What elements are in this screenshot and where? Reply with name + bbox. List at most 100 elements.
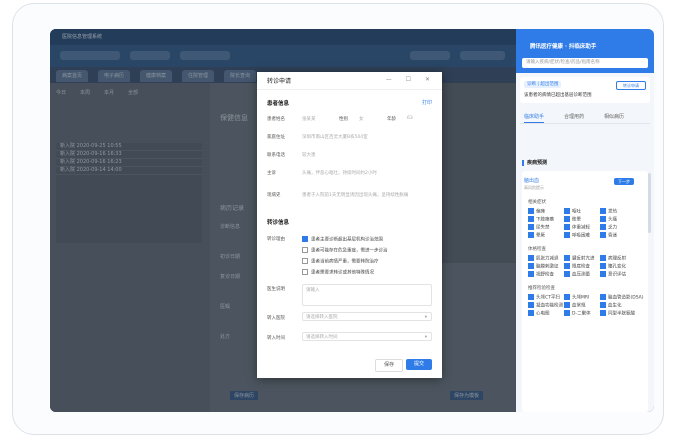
finding-chip[interactable]: 心电图 [528, 310, 550, 317]
finding-chip[interactable]: 瞳孔变化 [600, 263, 626, 270]
finding-chip[interactable]: 眼底检查 [564, 263, 590, 270]
finding-chip[interactable]: 偏瘫 [528, 208, 545, 215]
finding-chip[interactable]: 血压测量 [564, 271, 590, 278]
transfer-time-select[interactable]: 请选择转入时间 ▾ [302, 332, 432, 341]
print-link[interactable]: 打印 [422, 99, 432, 106]
reason-checkbox[interactable]: 患者可能存在危急重症，需进一步诊治 [302, 247, 388, 254]
checkbox-checked-icon [528, 271, 534, 277]
finding-chip[interactable]: 头颅MRI [564, 294, 589, 301]
scrollbar[interactable] [648, 173, 651, 233]
finding-chip[interactable]: 血常规 [564, 302, 586, 309]
checkbox-checked-icon [600, 255, 606, 261]
checkbox-checked-icon [528, 310, 534, 316]
chevron-down-icon: ▾ [424, 315, 427, 320]
finding-chip[interactable]: 视野检查 [528, 271, 554, 278]
finding-chip[interactable]: 尿失禁 [528, 224, 550, 231]
checkbox-checked-icon [600, 302, 606, 308]
finding-chip[interactable]: 眩晕 [564, 216, 581, 223]
panel-header: 腾讯医疗健康 · 抖临床助手 请输入疾病/症状/检查/药品/指南名称 [516, 29, 654, 73]
checkbox-checked-icon [600, 232, 606, 238]
referral-shortcut-button[interactable]: 转诊申请 [616, 81, 646, 90]
finding-chip[interactable]: 肌张力减退 [528, 255, 559, 262]
checkbox-checked-icon [528, 232, 534, 238]
finding-chip[interactable]: 脑膜刺激征 [528, 263, 559, 270]
tab-clinical-assistant[interactable]: 临床助手 [524, 113, 545, 123]
device-screen: 医院信息管理系统 病案首页 电子病历 健康档案 住院管理 院长查询 今日 本周 … [50, 29, 654, 412]
reason-checkbox[interactable]: 患者需要求转诊或其他特殊情况 [302, 269, 374, 276]
finding-chip[interactable]: D-二聚体 [564, 310, 591, 317]
checkbox-checked-icon [528, 208, 534, 214]
finding-chip[interactable]: 腱反射亢进 [564, 255, 595, 262]
finding-chip[interactable]: 意识评估 [600, 271, 626, 278]
predicted-disease[interactable]: 脑出血 [524, 177, 539, 184]
tab-rational-drug[interactable]: 合理用药 [564, 113, 584, 120]
clinical-assistant-panel: 腾讯医疗健康 · 抖临床助手 请输入疾病/症状/检查/药品/指南名称 诊断 | … [516, 29, 654, 412]
finding-group-label: 体格检查 [528, 247, 546, 252]
referral-dialog: 转诊申请 — ☐ ✕ 患者信息 打印 患者姓名 张某某 性别 女 年龄 63 家… [257, 72, 442, 378]
reason-checkbox[interactable]: 患者主要诊断超出基层机构诊治范围 [302, 236, 383, 243]
checkbox-checked-icon [564, 208, 570, 214]
checkbox-checked-icon [528, 216, 534, 222]
finding-chip[interactable]: 头颅CT平扫 [528, 294, 560, 301]
age-value: 63 [407, 116, 413, 121]
finding-chip[interactable]: 凝血功能检测 [528, 302, 563, 309]
history-value: 患者于入院前1天无明显诱因出现头痛，呈持续性胀痛 [302, 193, 409, 198]
checkbox-checked-icon [528, 255, 534, 261]
patient-section-title: 患者信息 [267, 101, 290, 107]
checkbox-checked-icon [564, 271, 570, 277]
gender-value: 女 [359, 117, 364, 122]
knowledge-search-input[interactable]: 请输入疾病/症状/检查/药品/指南名称 [522, 58, 648, 68]
finding-chip[interactable]: 昏迷 [600, 232, 617, 239]
checkbox-checked-icon [528, 302, 534, 308]
finding-chip[interactable]: 同型半胱氨酸 [600, 310, 635, 317]
risk-hint: 高风险提示 [524, 185, 544, 190]
finding-chip[interactable]: 血生化 [600, 302, 622, 309]
finding-chip[interactable]: 呼吸困难 [564, 232, 590, 239]
checkbox-icon [302, 258, 308, 264]
checkbox-icon [302, 247, 308, 253]
checkbox-checked-icon [528, 263, 534, 269]
reason-label: 转诊理由 [267, 237, 285, 242]
window-controls[interactable]: — ☐ ✕ [386, 76, 436, 83]
tab-similar-cases[interactable]: 相似病历 [604, 113, 624, 120]
contact-value: 较大患 [302, 153, 316, 158]
checkbox-checked-icon [564, 302, 570, 308]
age-label: 年龄 [387, 117, 396, 122]
checkbox-checked-icon [564, 224, 570, 230]
panel-tabs: 临床助手 合理用药 相似病历 [520, 111, 650, 124]
complaint-value: 头痛，伴恶心呕吐，持续时间约2小时 [302, 171, 377, 176]
time-label: 转入时间 [267, 336, 285, 341]
finding-chip[interactable]: 发热 [600, 208, 617, 215]
checkbox-checked-icon [600, 224, 606, 230]
checkbox-checked-icon [564, 294, 570, 300]
next-step-button[interactable]: 下一步 [614, 178, 634, 185]
checkbox-checked-icon [564, 255, 570, 261]
checkbox-checked-icon [528, 224, 534, 230]
disease-prediction-title: 疾病预测 [522, 159, 547, 166]
checkbox-checked-icon [564, 216, 570, 222]
finding-chip[interactable]: 乏力 [600, 224, 617, 231]
finding-chip[interactable]: 体重减轻 [564, 224, 590, 231]
doctor-note-input[interactable]: 请输入 [302, 284, 432, 306]
finding-chip[interactable]: 病理反射 [600, 255, 626, 262]
complaint-label: 主诉 [267, 171, 276, 176]
target-hospital-select[interactable]: 请选择转入医院 ▾ [302, 312, 432, 321]
panel-title: 腾讯医疗健康 · 抖临床助手 [530, 44, 597, 50]
finding-chip[interactable]: 脑血管造影(DSA) [600, 294, 644, 301]
finding-chip[interactable]: 呕吐 [564, 208, 581, 215]
gender-label: 性别 [339, 117, 348, 122]
referral-section-title: 转诊信息 [267, 220, 290, 226]
alert-card: 诊断 | 超出范围 转诊申请 该患者的病情已超出基层诊断范围 [520, 77, 650, 103]
save-button[interactable]: 保存 [375, 359, 403, 372]
finding-chip[interactable]: 晕厥 [528, 232, 545, 239]
address-value: 深圳市南山区百灵大厦B栋504室 [302, 135, 368, 140]
checkbox-checked-icon [600, 216, 606, 222]
checkbox-checked-icon [564, 232, 570, 238]
submit-button[interactable]: 提交 [406, 359, 432, 370]
checkbox-checked-icon [564, 263, 570, 269]
finding-chip[interactable]: 下肢瘫痪 [528, 216, 554, 223]
reason-checkbox[interactable]: 患者当前病情严重，需要转院治疗 [302, 258, 379, 265]
finding-chip[interactable]: 头痛 [600, 216, 617, 223]
checkbox-checked-icon [600, 271, 606, 277]
name-label: 患者姓名 [267, 117, 285, 122]
